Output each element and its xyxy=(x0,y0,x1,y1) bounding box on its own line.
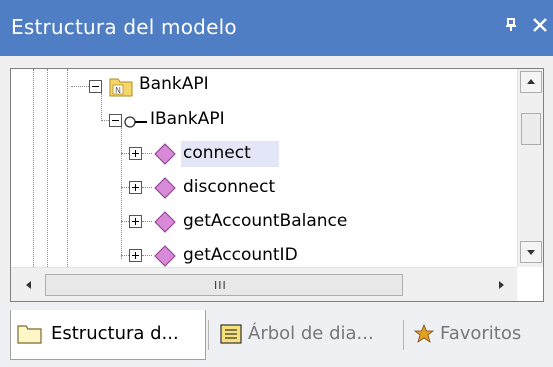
chevron-down-icon xyxy=(527,250,535,255)
favorites-star-icon xyxy=(414,324,434,343)
tree-connector xyxy=(142,187,152,188)
model-tree[interactable]: N BankAPI IBankAPI connect disconnect ge… xyxy=(10,68,544,302)
package-badge: N xyxy=(115,86,121,95)
operation-diamond-icon xyxy=(154,143,176,165)
expand-toggle-getaccountbalance[interactable] xyxy=(129,215,142,228)
tab-divider xyxy=(208,320,209,350)
tree-connector xyxy=(101,93,102,121)
tree-guide-line xyxy=(67,69,68,267)
operation-diamond-icon xyxy=(154,245,176,267)
tab-label: Favoritos xyxy=(440,323,522,344)
tree-connector xyxy=(142,221,152,222)
panel-title: Estructura del modelo xyxy=(11,15,237,39)
tree-item-label[interactable]: BankAPI xyxy=(139,74,209,94)
tree-guide-line xyxy=(47,69,48,267)
scroll-down-button[interactable] xyxy=(520,241,542,263)
collapse-toggle-bankapi[interactable] xyxy=(89,80,102,93)
tree-connector xyxy=(121,127,122,259)
tree-connector xyxy=(142,153,152,154)
scroll-grip: III xyxy=(214,279,227,292)
package-folder-icon: N xyxy=(109,75,133,101)
tab-divider xyxy=(403,320,404,350)
expand-toggle-getaccountid[interactable] xyxy=(129,249,142,262)
chevron-left-icon xyxy=(26,281,31,289)
tab-label: Estructura d... xyxy=(51,323,179,344)
horizontal-scrollbar[interactable]: III xyxy=(11,267,517,301)
scroll-up-button[interactable] xyxy=(520,71,542,93)
scroll-left-button[interactable] xyxy=(21,276,37,298)
tree-item-label[interactable]: disconnect xyxy=(183,177,275,197)
tree-item-label[interactable]: getAccountID xyxy=(183,245,298,265)
operation-diamond-icon xyxy=(154,211,176,233)
collapse-toggle-ibankapi[interactable] xyxy=(109,114,122,127)
tree-item-label[interactable]: IBankAPI xyxy=(150,109,225,129)
close-icon[interactable] xyxy=(532,14,548,38)
vertical-scrollbar[interactable] xyxy=(517,69,543,267)
tree-panel: N BankAPI IBankAPI connect disconnect ge… xyxy=(0,56,553,302)
vertical-scroll-thumb[interactable] xyxy=(521,113,541,145)
tree-guide-line xyxy=(33,69,34,267)
tab-favoritos[interactable]: Favoritos xyxy=(408,310,553,360)
scroll-right-button[interactable] xyxy=(493,276,509,298)
tab-arbol-diagramas[interactable]: Árbol de dia... xyxy=(212,310,402,360)
chevron-right-icon xyxy=(499,281,504,289)
folder-icon xyxy=(17,325,42,344)
panel-tabs: Estructura d... Árbol de dia... Favorito… xyxy=(0,302,553,367)
tab-label: Árbol de dia... xyxy=(248,323,374,344)
tree-item-label[interactable]: connect xyxy=(183,143,251,163)
interface-icon xyxy=(123,114,149,133)
chevron-up-icon xyxy=(527,79,535,84)
panel-titlebar: Estructura del modelo xyxy=(0,0,553,56)
operation-diamond-icon xyxy=(154,177,176,199)
pin-icon[interactable] xyxy=(505,18,517,36)
horizontal-scroll-thumb[interactable]: III xyxy=(45,274,403,296)
tree-connector xyxy=(142,255,152,256)
tab-estructura[interactable]: Estructura d... xyxy=(10,310,206,360)
expand-toggle-connect[interactable] xyxy=(129,147,142,160)
expand-toggle-disconnect[interactable] xyxy=(129,181,142,194)
tree-item-label[interactable]: getAccountBalance xyxy=(183,211,347,231)
diagram-tree-icon xyxy=(220,324,242,344)
